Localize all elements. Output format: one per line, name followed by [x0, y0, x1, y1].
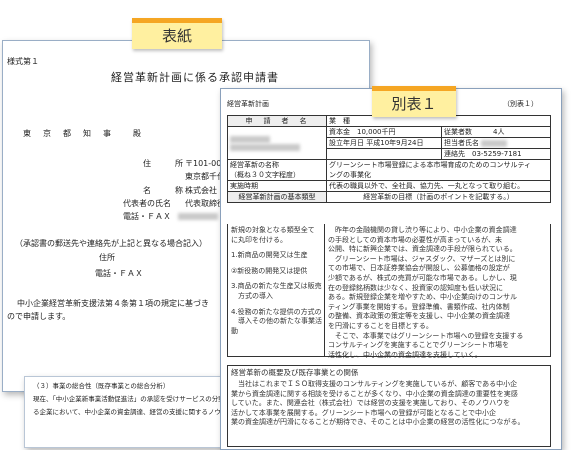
type-list-item: 3.商品の新たな生産又は販売	[231, 282, 322, 291]
redacted-manager	[481, 139, 508, 147]
goal-line: の整備、資本政策の策定等を支援し、中小企業の資金調達	[328, 312, 510, 321]
type-label: 経営革新計画の基本類型	[238, 193, 316, 201]
period-label-cell: 実施時期	[227, 180, 327, 192]
overview-line: していた。また、関連会社（株式会社）では経営の支援を実施しており、そのノウハウを	[231, 399, 511, 408]
overview-heading: 経営革新の概要及び既存事業との関係	[231, 368, 359, 377]
period-value-cell: 代表の職員以外で、全社員、協力先、一丸となって取り組む。	[326, 180, 551, 192]
goal-label: 経営革新の目標（計画のポイントを記載する。）	[363, 193, 514, 201]
plan-theme-sub: （概ね３０文字程度）	[230, 171, 300, 179]
contact-cell: 連絡先 03-5259-7181	[441, 148, 551, 160]
period-value: 代表の職員以外で、全社員、協力先、一丸となって取り組む。	[329, 182, 525, 190]
goal-line: を円滑にすることを目標とする。	[328, 321, 433, 330]
contact-value: 03-5259-7181	[472, 150, 522, 158]
capital-cell: 資本金 10,000千円	[326, 126, 442, 138]
applicant-label: 申 請 者 名	[227, 115, 327, 127]
type-list-item: ②新役務の開発又は提供	[231, 266, 308, 275]
established-cell: 設立年月日 平成10年9月24日	[326, 137, 442, 149]
plan-theme-value-cell: グリーンシート市場登録による本市場育成のためのコンサルティ ングの事業化	[326, 159, 551, 181]
type-list-item: に丸印を付ける。	[231, 235, 287, 244]
third-section-heading: （３）事業の総合性（既存事業との総合分析）	[33, 382, 170, 390]
type-label-cell: 経営革新計画の基本類型	[227, 191, 327, 203]
goal-line: 活性化し、中小企業の資金調達を支援していく。	[328, 350, 482, 359]
manager-cell: 担当者氏名	[441, 137, 551, 149]
closing-line-1: 中小企業経営革新支援法第４条第１項の規定に基づき	[17, 299, 209, 308]
type-list-item: 4.役務の新たな提供の方式の	[231, 307, 322, 316]
overview-line: 業の資金調達が円滑になることが期待でき、そのことは中小企業の経営の活性化につなが…	[231, 418, 525, 427]
cover-title: 経営革新計画に係る承認申請書	[111, 71, 279, 84]
redacted-phone	[178, 213, 218, 220]
goal-label-cell: 経営革新の目標（計画のポイントを記載する。）	[326, 191, 551, 203]
plan-theme-label-cell: 経営革新の名称 （概ね３０文字程度）	[227, 159, 327, 181]
capital-value: 10,000千円	[357, 128, 396, 136]
form-number: 様式第１	[7, 57, 39, 66]
representative-value: 代表取締役	[185, 199, 225, 208]
goal-text: 昨年の金融機関の貸し渋り等により、中小企業の資金調達 の手段としての資本市場の必…	[328, 226, 548, 360]
business-cell: 業 種	[326, 115, 551, 127]
plan-theme-label: 経営革新の名称	[230, 161, 279, 169]
overview-line: 業から資金調達に関する相談を受けることが多くなり、中小企業の資金調達の重要性を実…	[231, 389, 518, 398]
alt-address-label: 住所	[99, 253, 115, 262]
goal-line: 在の登録銘柄数は少なく、投資家の認知度も低い状況に	[328, 283, 503, 292]
type-list-item: 方式の導入	[231, 291, 273, 300]
goal-line: そこで、本事業ではグリーンシート市場への登録を支援する	[328, 331, 524, 340]
business-label: 業 種	[329, 117, 350, 125]
goal-line: 公開、特に新興企業では、資金調達の手段が限られている。	[328, 245, 517, 254]
address-label: 住 所	[143, 159, 183, 168]
applicant-table: 申 請 者 名 業 種 資本金 10,000千円 従業者数 4人 設立年月日 平…	[227, 115, 551, 203]
addressee: 東 京 都 知 事 殿	[23, 129, 143, 138]
overview-line: 当社はこれまでＩＳＯ取得支援のコンサルティングを実施しているが、顧客である中小企	[231, 380, 518, 388]
capital-label: 資本金	[329, 128, 350, 136]
manager-label: 担当者氏名	[444, 139, 479, 147]
established-value: 平成10年9月24日	[366, 139, 424, 147]
closing-line-2: ので申請します。	[7, 312, 71, 321]
appendix-header-right: （別表１）	[503, 100, 538, 108]
tel-fax-label: 電話・ＦＡＸ	[123, 212, 171, 221]
overview-line: 活かして本事業を展開する。グリーンシート市場への登録が可能となることで中小企	[231, 408, 497, 417]
employees-label: 従業者数	[444, 128, 472, 136]
type-list-item: 新規の対象となる類型全て	[231, 226, 315, 234]
goal-line: ある。新規登録企業を増やすため、中小企業向けのコンサル	[328, 293, 517, 302]
redacted-applicant-2	[230, 143, 300, 151]
overview-box: 経営革新の概要及び既存事業との関係 当社はこれまでＩＳＯ取得支援のコンサルティン…	[227, 365, 551, 447]
appendix-tag-label: 別表１	[372, 86, 456, 117]
plan-body-box: 新規の対象となる類型全て に丸印を付ける。 1.新商品の開発又は生産 ②新役務の…	[227, 224, 551, 360]
type-list: 新規の対象となる類型全て に丸印を付ける。 1.新商品の開発又は生産 ②新役務の…	[231, 226, 323, 336]
goal-line: ティング事業を開始する。登録準備、書類作成、社内体制	[328, 302, 510, 311]
overview-text: 当社はこれまでＩＳＯ取得支援のコンサルティングを実施しているが、顧客である中小企…	[231, 380, 547, 428]
type-list-item: 導入その他の新たな事業活動	[231, 317, 322, 335]
representative-label: 代表者の氏名	[123, 199, 171, 208]
applicant-name-cell	[227, 126, 327, 160]
cover-tag-label: 表紙	[132, 18, 222, 49]
alt-tel-fax-label: 電話・ＦＡＸ	[95, 269, 143, 278]
plan-theme-value-1: グリーンシート市場登録による本市場育成のためのコンサルティ	[329, 161, 532, 169]
redacted-applicant	[230, 135, 270, 143]
period-label: 実施時期	[230, 182, 258, 190]
blank-cell	[326, 148, 442, 160]
column-divider	[324, 224, 325, 356]
company-name-label: 名 称	[143, 186, 183, 195]
goal-line: グリーンシート市場は、ジャスダック、マザーズとは別に	[328, 254, 516, 263]
goal-line: ての市場で、日本証券業協会が開設し、公募価格の設定が	[328, 264, 510, 273]
goal-line: 昨年の金融機関の貸し渋り等により、中小企業の資金調達	[328, 226, 517, 234]
contact-label: 連絡先	[444, 150, 465, 158]
goal-line: 少額であるが、株式の売買が可能な市場である。しかし、現	[328, 273, 517, 282]
employees-cell: 従業者数 4人	[441, 126, 551, 138]
employees-value: 4人	[493, 128, 505, 136]
third-text-line-2: る企業において、中小企業の資金調達、経営の支援に関するノウハウを	[33, 408, 241, 416]
company-name-value: 株式会社	[185, 186, 217, 195]
goal-line: コンサルティングを実施することでグリーンシート市場を	[328, 341, 510, 350]
appendix-page: 経営革新計画 （別表１） 申 請 者 名 業 種 資本金 10,000千円 従業…	[220, 88, 562, 450]
goal-line: の手段としての資本市場の必要性が高まっているが、未	[328, 235, 503, 244]
established-label: 設立年月日	[329, 139, 364, 147]
plan-theme-value-2: ングの事業化	[329, 171, 371, 179]
type-list-item: 1.新商品の開発又は生産	[231, 251, 308, 260]
appendix-header-left: 経営革新計画	[227, 100, 269, 108]
alt-contact-note: （承認書の郵送先や連絡先が上記と異なる場合記入）	[15, 239, 207, 248]
